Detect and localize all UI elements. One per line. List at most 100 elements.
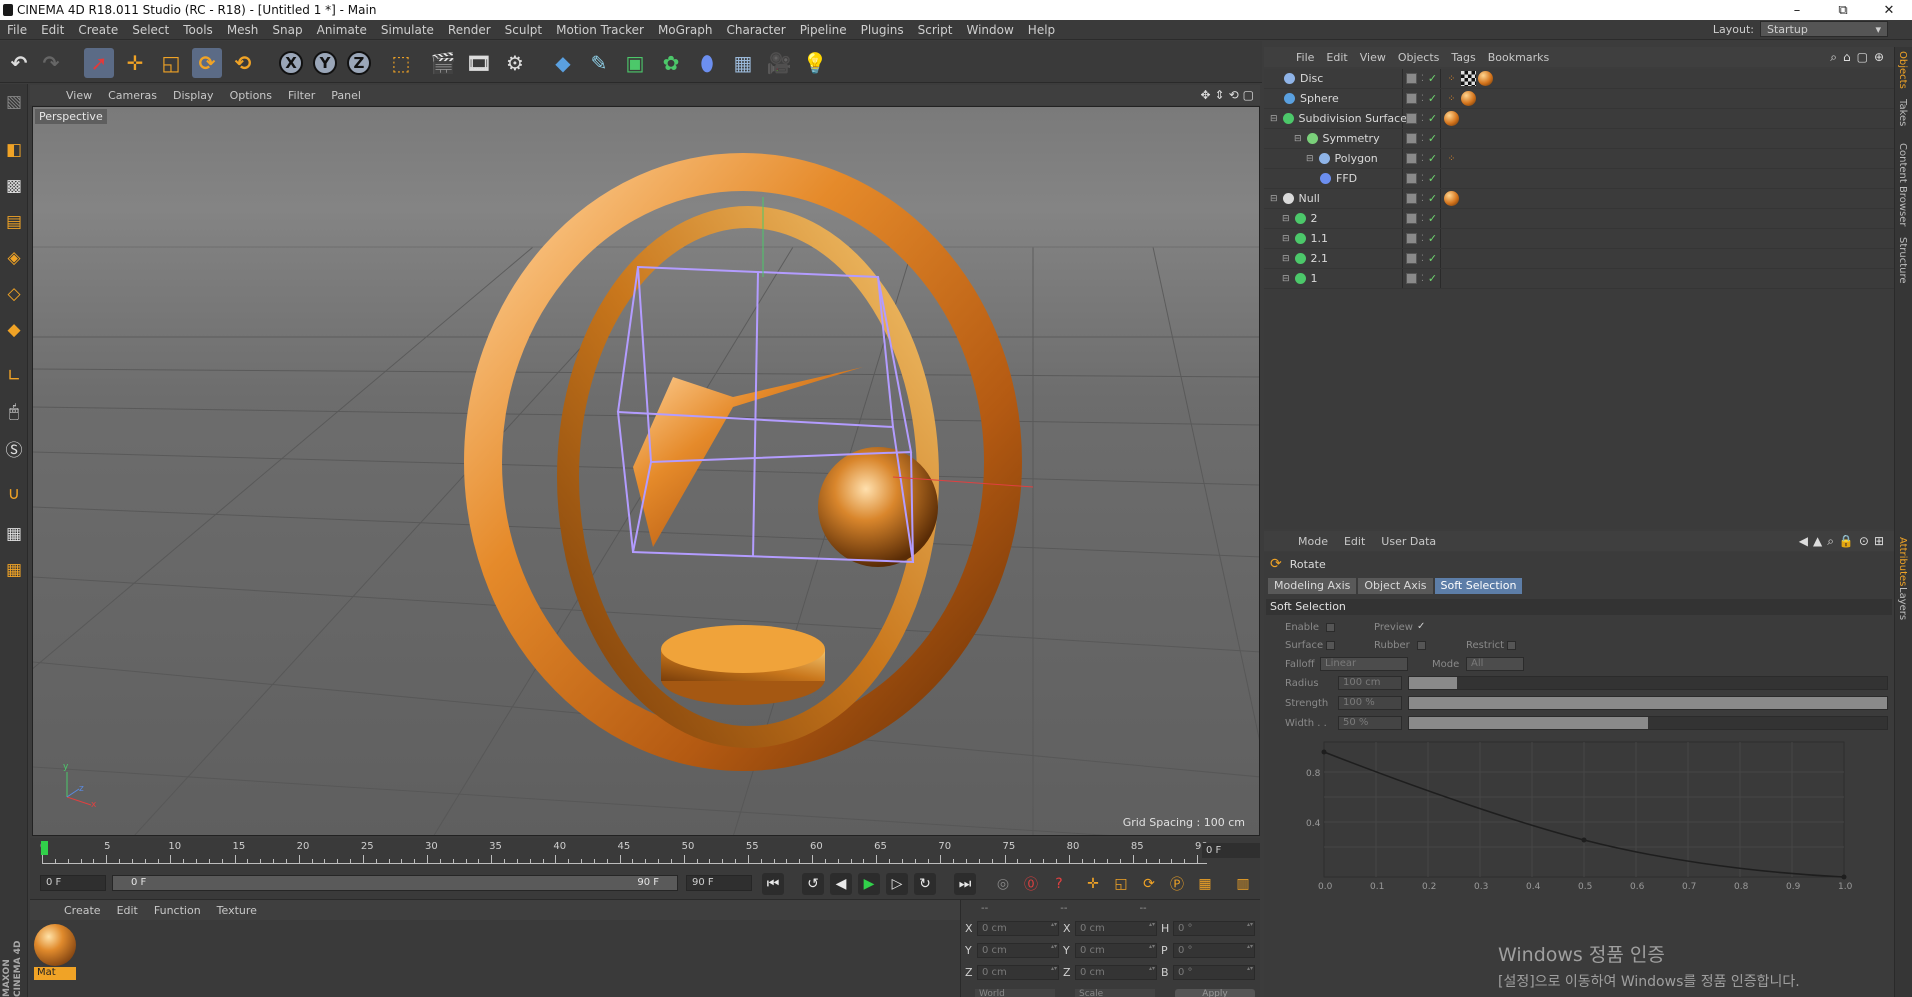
enabled-check-icon[interactable]: ✓ <box>1428 213 1437 224</box>
new-window-icon[interactable]: ⊞ <box>1874 534 1884 549</box>
search-icon[interactable]: ⌕ <box>1827 534 1834 549</box>
back-arrow-icon[interactable]: ◀ <box>1799 534 1808 549</box>
object-name[interactable]: 1.1 <box>1311 232 1329 245</box>
visibility-dots-icon[interactable]: ⁚ <box>1421 94 1424 104</box>
timeline-ruler[interactable]: 051015202530354045505560657075808590 <box>40 840 1208 864</box>
layer-icon[interactable] <box>1406 153 1417 164</box>
menu-create[interactable]: Create <box>71 23 125 37</box>
object-row-null[interactable]: ⊟ Null ⁚ ✓ <box>1264 189 1894 209</box>
tab-soft-selection[interactable]: Soft Selection <box>1434 578 1523 594</box>
curve-point-mid[interactable] <box>1581 837 1587 843</box>
object-name[interactable]: Symmetry <box>1323 132 1380 145</box>
points-mode-icon[interactable]: ◈ <box>1 244 27 272</box>
enabled-check-icon[interactable]: ✓ <box>1428 173 1437 184</box>
object-name[interactable]: Polygon <box>1335 152 1378 165</box>
object-name[interactable]: 2 <box>1311 212 1318 225</box>
object-name[interactable]: 2.1 <box>1311 252 1329 265</box>
strength-slider[interactable] <box>1408 696 1888 710</box>
viewport-menu-cameras[interactable]: Cameras <box>100 89 165 102</box>
enabled-check-icon[interactable]: ✓ <box>1428 253 1437 264</box>
object-row-subdivision-surface[interactable]: ⊟ Subdivision Surface ⁚ ✓ <box>1264 109 1894 129</box>
restore-button[interactable]: ⧉ <box>1820 0 1866 20</box>
tab-modeling-axis[interactable]: Modeling Axis <box>1268 578 1357 594</box>
menu-mesh[interactable]: Mesh <box>220 23 266 37</box>
key-parameter-icon[interactable]: Ⓟ <box>1166 873 1188 895</box>
tree-expander-icon[interactable]: ⊟ <box>1282 274 1290 284</box>
snap-icon[interactable]: Ⓢ <box>1 434 27 462</box>
light-icon[interactable]: 💡 <box>800 48 830 78</box>
apply-button[interactable]: Apply <box>1175 989 1255 997</box>
play-icon[interactable]: ▶ <box>858 873 880 895</box>
viewport-menu-filter[interactable]: Filter <box>280 89 323 102</box>
make-editable-icon[interactable]: ▧ <box>1 88 27 116</box>
menu-snap[interactable]: Snap <box>265 23 309 37</box>
render-settings-icon[interactable]: ⚙ <box>500 48 530 78</box>
material-tag-icon[interactable] <box>1444 111 1459 126</box>
planar-workplane-icon[interactable]: ▦ <box>1 556 27 584</box>
visibility-dots-icon[interactable]: ⁚ <box>1421 134 1424 144</box>
menu-character[interactable]: Character <box>719 23 792 37</box>
enabled-check-icon[interactable]: ✓ <box>1428 133 1437 144</box>
previous-frame-icon[interactable]: ◀ <box>830 873 852 895</box>
lock-icon[interactable]: 🔒 <box>1839 534 1854 549</box>
timeline[interactable]: 051015202530354045505560657075808590 0 F <box>30 838 1260 866</box>
visibility-dots-icon[interactable]: ⁚ <box>1421 234 1424 244</box>
width-field[interactable]: 50 % <box>1338 716 1402 730</box>
start-frame-field[interactable]: 0 F <box>40 875 106 891</box>
viewport-menu-panel[interactable]: Panel <box>323 89 369 102</box>
width-slider[interactable] <box>1408 716 1888 730</box>
autokey-icon[interactable]: ? <box>1048 873 1070 895</box>
key-position-icon[interactable]: ✛ <box>1082 873 1104 895</box>
key-rotation-icon[interactable]: ⟳ <box>1138 873 1160 895</box>
rotation-b-field[interactable]: 0 ° <box>1173 964 1255 980</box>
recent-tool-icon[interactable]: ⟲ <box>228 48 258 78</box>
material-tag-icon[interactable] <box>1478 71 1493 86</box>
lock-workplane-icon[interactable]: ▦ <box>1 520 27 548</box>
end-frame-field[interactable]: 90 F <box>686 875 752 891</box>
material-menu-edit[interactable]: Edit <box>109 904 146 917</box>
scale-icon[interactable]: ◱ <box>156 48 186 78</box>
object-row-disc[interactable]: Disc ⁚ ✓ ⁘ <box>1264 69 1894 89</box>
menu-render[interactable]: Render <box>441 23 498 37</box>
object-menu-tags[interactable]: Tags <box>1445 51 1481 64</box>
object-menu-bookmarks[interactable]: Bookmarks <box>1482 51 1555 64</box>
radius-field[interactable]: 100 cm <box>1338 676 1402 690</box>
tree-expander-icon[interactable]: ⊟ <box>1306 154 1314 164</box>
falloff-curve-graph[interactable]: 0.8 0.4 0.0 0.1 0.2 0.3 0.4 0.5 0.6 0.7 0.8 0.9 1.… <box>1294 732 1854 892</box>
curve-point-end[interactable] <box>1841 874 1847 880</box>
object-row-2[interactable]: ⊟ 2 ⁚ ✓ <box>1264 209 1894 229</box>
rotation-p-field[interactable]: 0 ° <box>1173 942 1255 958</box>
new-view-icon[interactable]: ▢ <box>1857 50 1868 65</box>
layer-icon[interactable] <box>1406 73 1417 84</box>
position-x-field[interactable]: 0 cm <box>977 920 1059 936</box>
phong-tag-icon[interactable]: ⁘ <box>1444 91 1459 106</box>
attribute-menu-edit[interactable]: Edit <box>1336 535 1373 548</box>
material-name[interactable]: Mat <box>34 967 76 980</box>
object-row-1-1[interactable]: ⊟ 1.1 ⁚ ✓ <box>1264 229 1894 249</box>
position-y-field[interactable]: 0 cm <box>977 942 1059 958</box>
object-row-polygon[interactable]: ⊟ Polygon ⁚ ✓ ⁘ <box>1264 149 1894 169</box>
enable-checkbox[interactable] <box>1326 623 1335 632</box>
side-tab-layers[interactable]: Layers <box>1897 587 1908 620</box>
layer-icon[interactable] <box>1406 253 1417 264</box>
pin-icon[interactable]: ⊕ <box>1874 50 1884 65</box>
enabled-check-icon[interactable]: ✓ <box>1428 273 1437 284</box>
texture-mode-icon[interactable]: ▩ <box>1 172 27 200</box>
object-name[interactable]: FFD <box>1336 172 1357 185</box>
layer-icon[interactable] <box>1406 213 1417 224</box>
size-z-field[interactable]: 0 cm <box>1075 964 1157 980</box>
y-axis-lock-button[interactable]: Y <box>310 48 340 78</box>
restrict-checkbox[interactable] <box>1507 641 1516 650</box>
close-button[interactable]: ✕ <box>1866 0 1912 20</box>
viewport-perspective[interactable]: y x z Perspective Grid Spacing : 100 cm <box>32 106 1260 836</box>
move-icon[interactable]: ✛ <box>120 48 150 78</box>
menu-file[interactable]: File <box>0 23 34 37</box>
visibility-dots-icon[interactable]: ⁚ <box>1421 114 1424 124</box>
material-tag-icon[interactable] <box>1461 91 1476 106</box>
radius-slider[interactable] <box>1408 676 1888 690</box>
search-icon[interactable]: ⌕ <box>1830 50 1837 65</box>
tree-expander-icon[interactable]: ⊟ <box>1282 234 1290 244</box>
menu-script[interactable]: Script <box>911 23 960 37</box>
menu-simulate[interactable]: Simulate <box>374 23 441 37</box>
object-row-1[interactable]: ⊟ 1 ⁚ ✓ <box>1264 269 1894 289</box>
